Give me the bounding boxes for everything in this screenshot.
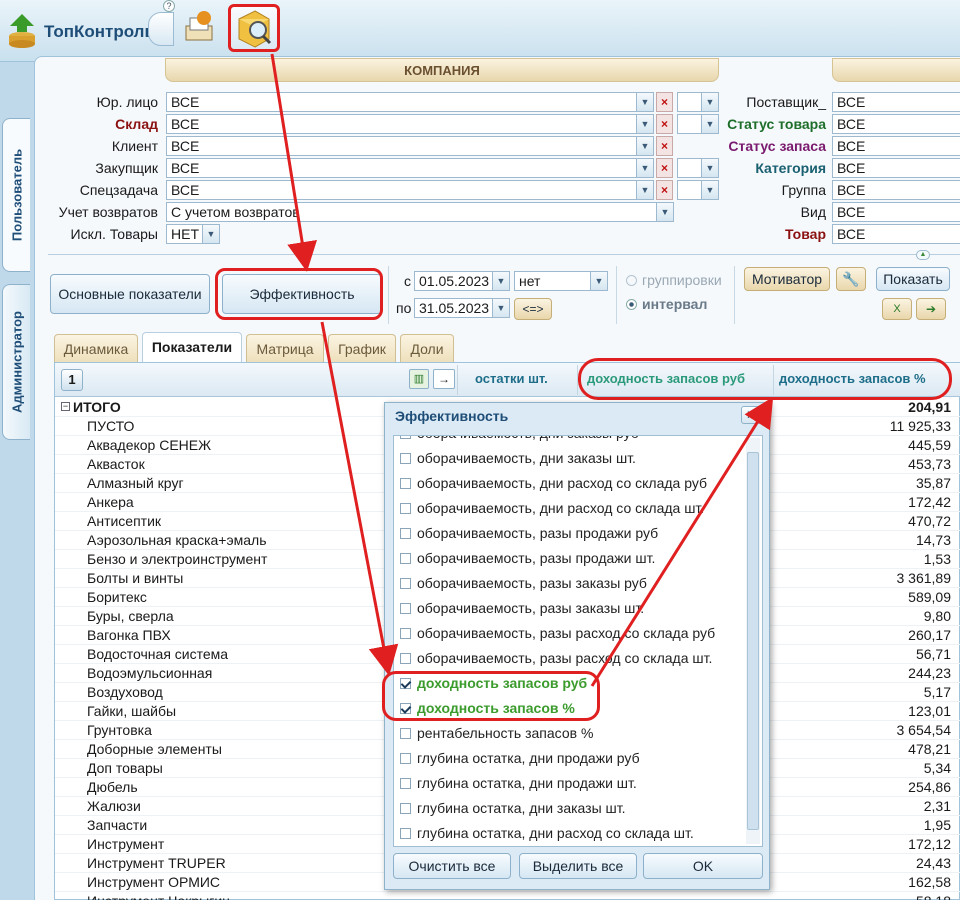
annotation-arrows (270, 53, 774, 687)
arrow-to-columns (590, 396, 774, 687)
arrow-to-efficiency (270, 53, 318, 272)
arrow-to-popup (320, 321, 399, 676)
